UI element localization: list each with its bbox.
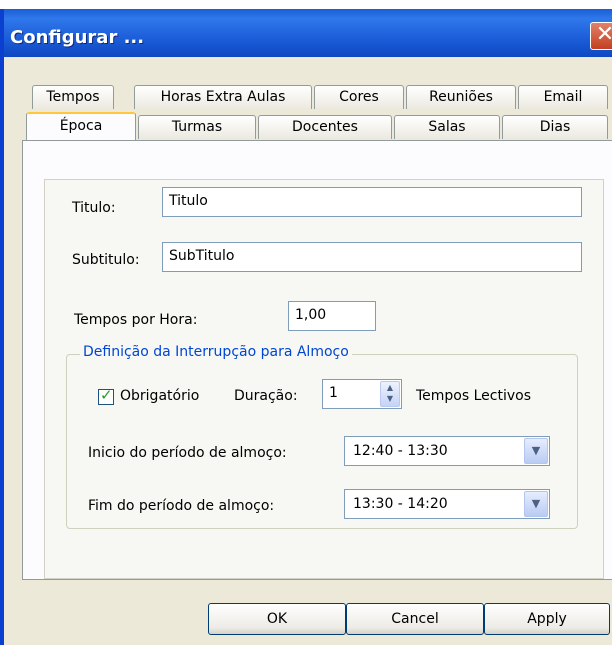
tab-tempos[interactable]: Tempos bbox=[32, 85, 114, 109]
close-icon: ✕ bbox=[596, 22, 612, 47]
subtitulo-input[interactable]: SubTitulo bbox=[162, 242, 582, 272]
tab-turmas[interactable]: Turmas bbox=[138, 115, 256, 139]
fim-almoco-value: 13:30 - 14:20 bbox=[353, 496, 448, 512]
lunch-group-title: Definição da Interrupção para Almoço bbox=[80, 344, 352, 360]
tab-reunioes[interactable]: Reuniões bbox=[406, 85, 516, 109]
tab-dias[interactable]: Dias bbox=[502, 115, 608, 139]
duracao-label: Duração: bbox=[234, 388, 298, 404]
tab-horas-extra-aulas[interactable]: Horas Extra Aulas bbox=[134, 85, 312, 109]
obrigatorio-label: Obrigatório bbox=[120, 388, 200, 404]
window-title: Configurar ... bbox=[10, 27, 145, 48]
inicio-almoco-value: 12:40 - 13:30 bbox=[353, 443, 448, 459]
tempos-por-hora-label: Tempos por Hora: bbox=[74, 312, 198, 328]
fim-almoco-select[interactable]: 13:30 - 14:20 ▼ bbox=[344, 489, 550, 519]
fim-almoco-label: Fim do período de almoço: bbox=[88, 498, 275, 514]
tab-cores[interactable]: Cores bbox=[314, 85, 404, 109]
spin-arrows-icon[interactable]: ▲ ▼ bbox=[380, 381, 400, 407]
obrigatorio-checkbox[interactable]: ✓ bbox=[98, 386, 114, 405]
tempos-por-hora-input[interactable]: 1,00 bbox=[288, 301, 376, 331]
apply-button[interactable]: Apply bbox=[484, 603, 610, 635]
close-button[interactable]: ✕ bbox=[590, 22, 612, 50]
tab-salas[interactable]: Salas bbox=[394, 115, 500, 139]
chevron-down-icon[interactable]: ▼ bbox=[524, 438, 548, 464]
ok-button[interactable]: OK bbox=[208, 603, 346, 635]
cancel-button[interactable]: Cancel bbox=[346, 603, 484, 635]
inicio-almoco-select[interactable]: 12:40 - 13:30 ▼ bbox=[344, 436, 550, 466]
inicio-almoco-label: Inicio do período de almoço: bbox=[88, 445, 287, 461]
tab-docentes[interactable]: Docentes bbox=[258, 115, 392, 139]
subtitulo-label: Subtitulo: bbox=[72, 252, 140, 268]
tab-epoca[interactable]: Época bbox=[26, 112, 136, 140]
tempos-lectivos-label: Tempos Lectivos bbox=[416, 388, 532, 404]
check-icon: ✓ bbox=[100, 386, 113, 404]
title-bar[interactable]: Configurar ... ✕ bbox=[4, 9, 612, 57]
duracao-stepper[interactable]: 1 ▲ ▼ bbox=[322, 379, 402, 409]
chevron-down-icon[interactable]: ▼ bbox=[524, 491, 548, 517]
duracao-value: 1 bbox=[329, 385, 338, 401]
tab-email[interactable]: Email bbox=[518, 85, 608, 109]
configure-dialog: Configurar ... ✕ Tempos Horas Extra Aula… bbox=[0, 9, 612, 645]
titulo-label: Titulo: bbox=[72, 200, 116, 216]
titulo-input[interactable]: Titulo bbox=[162, 187, 582, 217]
